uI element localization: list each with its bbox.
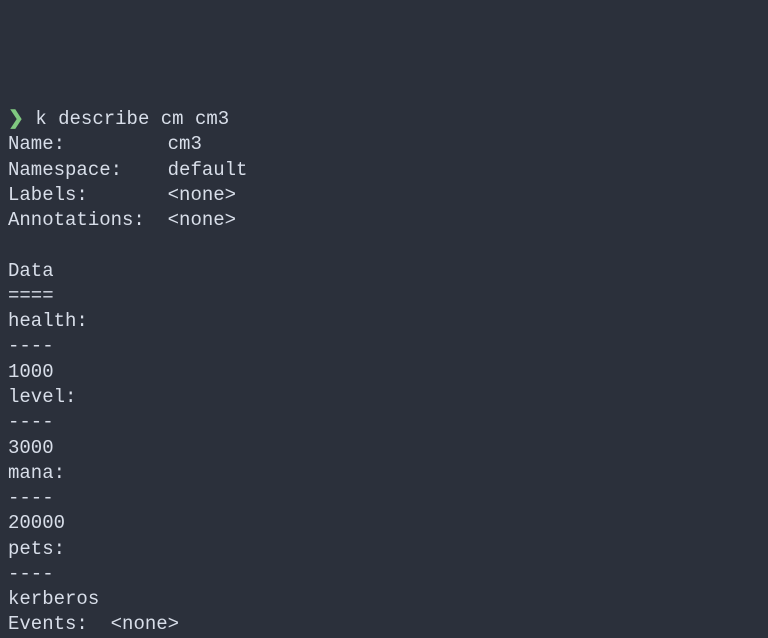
meta-name: Name: cm3 — [8, 133, 202, 155]
data-value-level: 3000 — [8, 437, 54, 459]
data-key-pets: pets: — [8, 538, 65, 560]
prompt-line[interactable]: ❯ k describe cm cm3 — [8, 108, 229, 130]
data-header: Data — [8, 260, 54, 282]
data-sep: ---- — [8, 411, 54, 433]
meta-annotations: Annotations: <none> — [8, 209, 236, 231]
data-sep: ---- — [8, 563, 54, 585]
data-value-pets: kerberos — [8, 588, 99, 610]
meta-labels: Labels: <none> — [8, 184, 236, 206]
data-key-mana: mana: — [8, 462, 65, 484]
data-sep: ---- — [8, 335, 54, 357]
data-sep: ---- — [8, 487, 54, 509]
data-key-health: health: — [8, 310, 88, 332]
prompt-symbol: ❯ — [8, 108, 24, 130]
terminal-output: ❯ k describe cm cm3 Name: cm3 Namespace:… — [8, 108, 247, 635]
data-value-mana: 20000 — [8, 512, 65, 534]
data-value-health: 1000 — [8, 361, 54, 383]
command-text: k describe cm cm3 — [35, 108, 229, 130]
data-key-level: level: — [8, 386, 76, 408]
data-header-sep: ==== — [8, 285, 54, 307]
events-line: Events: <none> — [8, 613, 179, 635]
meta-namespace: Namespace: default — [8, 159, 247, 181]
